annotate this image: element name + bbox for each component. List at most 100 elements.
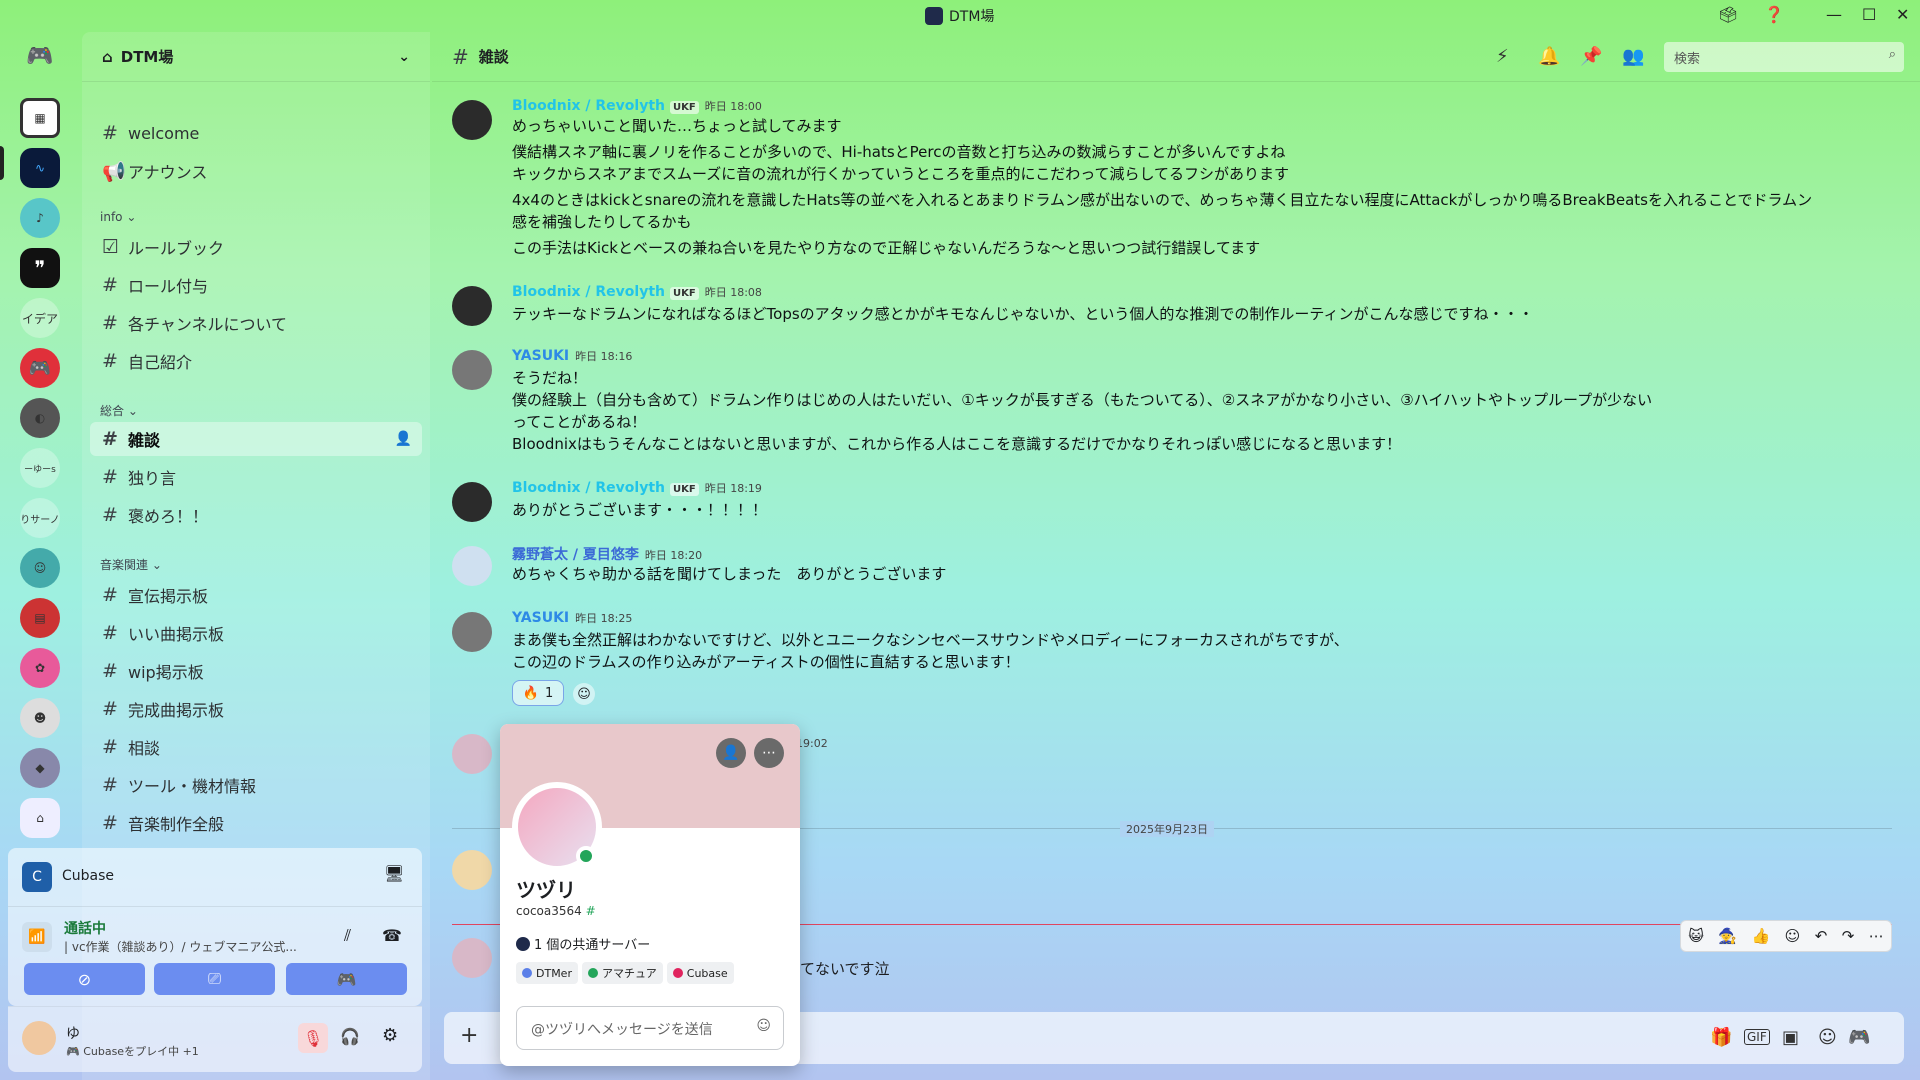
- idea-server-icon[interactable]: イデア: [20, 298, 60, 338]
- camera-button[interactable]: ⊘: [24, 963, 145, 995]
- minimize-icon[interactable]: —: [1826, 5, 1842, 24]
- noise-suppression-icon[interactable]: ⫽: [344, 926, 351, 946]
- disconnect-icon[interactable]: ☎: [382, 926, 402, 945]
- profile-message-input[interactable]: @ツヅリへメッセージを送信 ☺: [516, 1006, 784, 1050]
- plus-icon[interactable]: +: [460, 1023, 478, 1048]
- add-reaction-icon[interactable]: ☺: [1785, 927, 1801, 945]
- discord-home-icon[interactable]: 🎮: [20, 36, 60, 76]
- category-label: info: [100, 210, 123, 224]
- channel-monologue[interactable]: # 独り言: [90, 460, 422, 494]
- add-member-icon[interactable]: 👤: [395, 431, 412, 447]
- blue-server-icon[interactable]: ◆: [20, 748, 60, 788]
- channel-promo[interactable]: # 宣伝掲示板: [90, 578, 422, 612]
- category-music[interactable]: 音楽関連 ⌄: [100, 556, 162, 573]
- channel-rulebook[interactable]: ☑ ルールブック: [90, 230, 422, 264]
- author-name[interactable]: YASUKI: [512, 610, 569, 626]
- author-name[interactable]: Bloodnix / Revolyth: [512, 284, 665, 300]
- avatar[interactable]: [452, 612, 492, 652]
- teal-server-icon[interactable]: ☺: [20, 548, 60, 588]
- members-icon[interactable]: 👥: [1622, 46, 1644, 67]
- close-icon[interactable]: ✕: [1896, 5, 1909, 24]
- apps-icon[interactable]: 🎮: [1848, 1027, 1870, 1048]
- building-server-icon[interactable]: ⌂: [20, 798, 60, 838]
- channel-zatsudan[interactable]: # 雑談 👤: [90, 422, 422, 456]
- bell-icon[interactable]: 🔔: [1538, 46, 1560, 67]
- channel-intro[interactable]: # 自己紹介: [90, 344, 422, 378]
- author-name[interactable]: YASUKI: [512, 348, 569, 364]
- headphones-icon[interactable]: 🎧: [340, 1027, 360, 1046]
- reaction-fire[interactable]: 🔥 1: [512, 680, 564, 706]
- category-general[interactable]: 総合 ⌄: [100, 402, 138, 419]
- inbox-icon[interactable]: 🗳: [1718, 5, 1738, 24]
- wave-server-icon[interactable]: ∿: [20, 148, 60, 188]
- add-reaction-icon[interactable]: ☺: [573, 683, 595, 705]
- avatar[interactable]: [452, 482, 492, 522]
- add-friend-button[interactable]: 👤: [716, 738, 746, 768]
- activity-button[interactable]: 🎮: [286, 963, 407, 995]
- emoji-icon[interactable]: ☺: [1818, 1027, 1837, 1048]
- avatar[interactable]: [22, 1021, 56, 1055]
- dark-server-icon[interactable]: ◐: [20, 398, 60, 438]
- channel-wip[interactable]: # wip掲示板: [90, 654, 422, 688]
- reply-icon[interactable]: ↶: [1815, 927, 1828, 945]
- author-name[interactable]: 霧野蒼太 / 夏目悠李: [512, 547, 639, 563]
- user-name[interactable]: ゆ: [66, 1023, 80, 1043]
- emoji-reaction-icon[interactable]: 😺: [1688, 927, 1704, 945]
- channel-roles[interactable]: # ロール付与: [90, 268, 422, 302]
- mute-button[interactable]: 🎙: [298, 1023, 328, 1053]
- category-info[interactable]: info ⌄: [100, 210, 136, 224]
- gift-icon[interactable]: 🎁: [1710, 1027, 1732, 1048]
- share-screen-button[interactable]: ⎚: [154, 963, 275, 995]
- girl-server-icon[interactable]: ☻: [20, 698, 60, 738]
- voice-channel[interactable]: | vc作業（雑談あり）/ ウェブマニア公式...: [64, 938, 324, 955]
- ri-server-icon[interactable]: りサーノ: [20, 498, 60, 538]
- discord-server-icon[interactable]: 🎮: [20, 348, 60, 388]
- avatar[interactable]: [452, 350, 492, 390]
- channel-about-channels[interactable]: # 各チャンネルについて: [90, 306, 422, 340]
- avatar[interactable]: [452, 546, 492, 586]
- avatar[interactable]: [452, 850, 492, 890]
- forward-icon[interactable]: ↷: [1842, 927, 1855, 945]
- message-line: 僕結構スネア軸に裏ノリを作ることが多いので、Hi-hatsとPercの音数と打ち…: [512, 143, 1286, 161]
- help-icon[interactable]: ❓: [1764, 5, 1784, 24]
- mutual-servers[interactable]: 1 個の共通サーバー: [516, 934, 650, 953]
- signal-icon[interactable]: 📶: [22, 922, 52, 952]
- channel-tools[interactable]: # ツール・機材情報: [90, 768, 422, 802]
- avatar[interactable]: [452, 938, 492, 978]
- channel-announce[interactable]: 📢 アナウンス: [90, 154, 422, 188]
- anime-server-icon[interactable]: ♪: [20, 198, 60, 238]
- gif-icon[interactable]: GIF: [1744, 1029, 1770, 1045]
- channel-production[interactable]: # 音楽制作全般: [90, 806, 422, 840]
- maximize-icon[interactable]: ☐: [1862, 5, 1876, 24]
- role-chip: Cubase: [666, 962, 734, 984]
- channel-welcome[interactable]: # welcome: [90, 116, 422, 150]
- search-input[interactable]: 検索 ⌕: [1664, 42, 1904, 72]
- server-header[interactable]: ⌂ DTM場 ⌄: [82, 32, 430, 82]
- more-button[interactable]: ⋯: [754, 738, 784, 768]
- avatar[interactable]: [452, 734, 492, 774]
- pin-icon[interactable]: 📌: [1580, 46, 1602, 67]
- avatar[interactable]: [452, 100, 492, 140]
- channel-finished[interactable]: # 完成曲掲示板: [90, 692, 422, 726]
- channel-praise[interactable]: # 褒めろ！！: [90, 498, 422, 532]
- threads-icon[interactable]: ⚡: [1496, 46, 1509, 67]
- more-icon[interactable]: ⋯: [1869, 927, 1884, 945]
- yu-server-icon[interactable]: ーゆーs: [20, 448, 60, 488]
- voice-status[interactable]: 通話中: [64, 918, 106, 938]
- quote-server-icon[interactable]: ❞: [20, 248, 60, 288]
- channel-good-songs[interactable]: # いい曲掲示板: [90, 616, 422, 650]
- author-name[interactable]: Bloodnix / Revolyth: [512, 480, 665, 496]
- settings-gear-icon[interactable]: ⚙: [382, 1025, 398, 1046]
- screen-share-icon[interactable]: 🖥: [384, 864, 404, 883]
- author-name[interactable]: Bloodnix / Revolyth: [512, 98, 665, 114]
- thumbs-up-icon[interactable]: 👍: [1751, 927, 1770, 945]
- sticker-icon[interactable]: ▣: [1782, 1027, 1799, 1048]
- channel-consult[interactable]: # 相談: [90, 730, 422, 764]
- avatar[interactable]: [452, 286, 492, 326]
- channel-label: いい曲掲示板: [128, 625, 225, 644]
- emoji-icon[interactable]: ☺: [756, 1018, 771, 1034]
- qr-server-icon[interactable]: ▦: [20, 98, 60, 138]
- pink-server-icon[interactable]: ✿: [20, 648, 60, 688]
- emoji-reaction-icon[interactable]: 🧙: [1718, 927, 1737, 945]
- poster-server-icon[interactable]: ▤: [20, 598, 60, 638]
